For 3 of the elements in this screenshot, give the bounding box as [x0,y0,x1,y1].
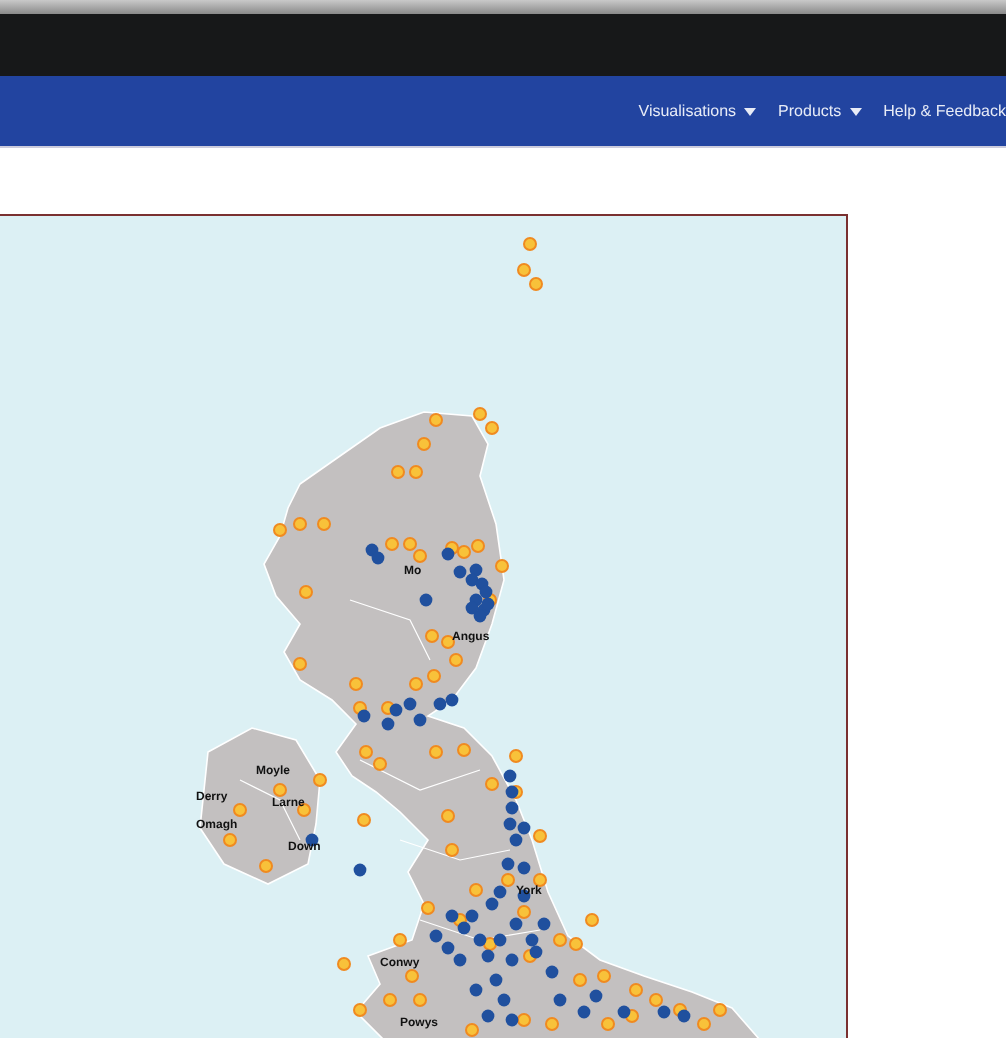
nav-link[interactable]: Help & Feedback [883,102,1006,120]
nav-link[interactable]: Visualisations [638,102,757,120]
nav-link[interactable]: Products [778,102,862,120]
